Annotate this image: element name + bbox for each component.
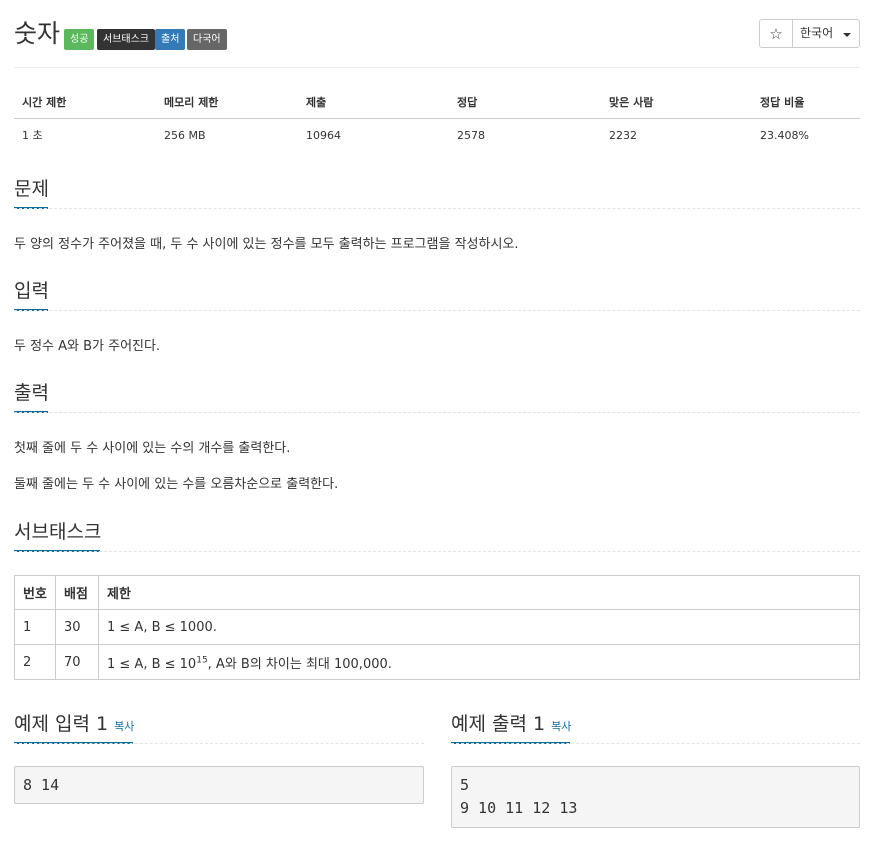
info-header-accepted: 정답 xyxy=(449,86,601,119)
caret-down-icon xyxy=(843,33,851,37)
subtask-table: 번호 배점 제한 1 30 1 ≤ A, B ≤ 1000. 2 70 1 ≤ … xyxy=(14,575,860,680)
subtask-number: 1 xyxy=(14,609,56,645)
input-description: 두 정수 A와 B가 주어진다. xyxy=(14,339,161,354)
subtask-limit-post: , A와 B의 차이는 최대 100,000. xyxy=(207,656,392,672)
subtask-badge[interactable]: 서브태스크 xyxy=(97,29,155,50)
info-header-memory-limit: 메모리 제한 xyxy=(156,86,298,119)
info-header-time-limit: 시간 제한 xyxy=(14,86,156,119)
subtask-section-title: 서브태스크 xyxy=(14,521,102,543)
output-section-title: 출력 xyxy=(14,382,49,404)
star-icon: ☆ xyxy=(769,25,783,43)
problem-section-title: 문제 xyxy=(14,178,49,200)
info-time-limit: 1 초 xyxy=(22,129,43,142)
language-label: 한국어 xyxy=(800,26,834,40)
info-solved-users[interactable]: 2232 xyxy=(601,119,752,152)
table-row: 2 70 1 ≤ A, B ≤ 1015, A와 B의 차이는 최대 100,0… xyxy=(14,644,860,680)
info-accepted[interactable]: 2578 xyxy=(449,119,601,152)
info-memory-limit: 256 MB xyxy=(164,128,206,142)
subtask-header-number: 번호 xyxy=(14,575,56,610)
subtask-limit-pre: 1 ≤ A, B ≤ 10 xyxy=(107,656,197,672)
info-header-ratio: 정답 비율 xyxy=(752,86,860,119)
multilang-badge[interactable]: 다국어 xyxy=(187,29,227,50)
header-divider xyxy=(14,67,860,68)
star-button[interactable]: ☆ xyxy=(759,19,793,48)
subtask-header-row: 번호 배점 제한 xyxy=(14,575,860,610)
copy-sample-output-link[interactable]: 복사 xyxy=(551,720,571,733)
sample-output-title-text: 예제 출력 1 xyxy=(451,713,546,735)
output-line-1: 첫째 줄에 두 수 사이에 있는 수의 개수를 출력한다. xyxy=(14,441,291,456)
subtask-limit-exponent: 15 xyxy=(196,655,208,666)
subtask-limit: 1 ≤ A, B ≤ 1000. xyxy=(98,609,860,645)
input-section-title: 입력 xyxy=(14,280,49,302)
sample-output-box[interactable]: 5 9 10 11 12 13 xyxy=(451,766,860,828)
copy-sample-input-link[interactable]: 복사 xyxy=(114,720,134,733)
subtask-divider xyxy=(14,551,860,552)
sample-input-title-text: 예제 입력 1 xyxy=(14,713,109,735)
sample-output-title: 예제 출력 1 복사 xyxy=(451,711,571,740)
subtask-score: 70 xyxy=(55,644,99,680)
language-dropdown[interactable]: 한국어 xyxy=(792,19,860,48)
subtask-score: 30 xyxy=(55,609,99,645)
page-title: 숫자 xyxy=(14,19,61,48)
success-badge[interactable]: 성공 xyxy=(64,29,95,50)
info-ratio: 23.408% xyxy=(760,128,809,142)
sample-input-title: 예제 입력 1 복사 xyxy=(14,711,134,740)
info-submissions[interactable]: 10964 xyxy=(298,119,449,152)
info-value-row: 1 초 256 MB 10964 2578 2232 23.408% xyxy=(14,119,860,152)
sample-output-divider xyxy=(451,743,860,744)
subtask-header-score: 배점 xyxy=(55,575,99,610)
subtask-number: 2 xyxy=(14,644,56,680)
sample-input-box[interactable]: 8 14 xyxy=(14,766,424,804)
input-divider xyxy=(14,310,860,311)
problem-description: 두 양의 정수가 주어졌을 때, 두 수 사이에 있는 정수를 모두 출력하는 … xyxy=(14,237,519,252)
problem-info-table: 시간 제한 메모리 제한 제출 정답 맞은 사람 정답 비율 1 초 256 M… xyxy=(14,86,860,151)
subtask-limit: 1 ≤ A, B ≤ 1015, A와 B의 차이는 최대 100,000. xyxy=(98,644,860,680)
info-header-submissions: 제출 xyxy=(298,86,449,119)
subtask-header-limit: 제한 xyxy=(98,575,860,610)
problem-divider xyxy=(14,208,860,209)
sample-input-divider xyxy=(14,743,424,744)
table-row: 1 30 1 ≤ A, B ≤ 1000. xyxy=(14,609,860,645)
info-header-solved-users: 맞은 사람 xyxy=(601,86,752,119)
info-header-row: 시간 제한 메모리 제한 제출 정답 맞은 사람 정답 비율 xyxy=(14,86,860,119)
output-line-2: 둘째 줄에는 두 수 사이에 있는 수를 오름차순으로 출력한다. xyxy=(14,477,339,492)
output-divider xyxy=(14,412,860,413)
source-badge[interactable]: 출처 xyxy=(155,29,186,50)
